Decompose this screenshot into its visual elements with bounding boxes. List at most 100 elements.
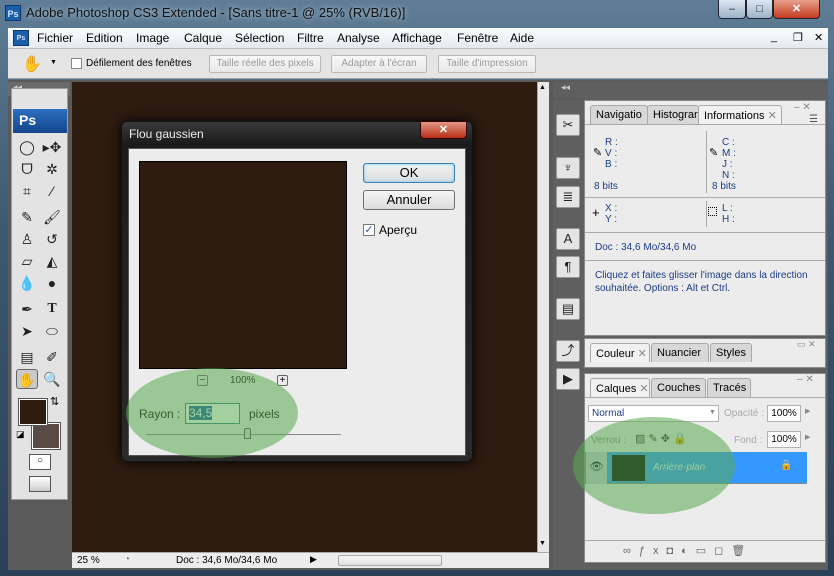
character-icon[interactable]: A — [556, 228, 580, 250]
menu-filtre[interactable]: Filtre — [297, 31, 324, 45]
actual-pixels-button[interactable]: Taille réelle des pixels — [209, 55, 321, 73]
horizontal-scrollbar[interactable] — [324, 554, 537, 567]
layer-visibility-eye-icon[interactable]: 👁 — [586, 452, 608, 484]
dodge-tool-icon[interactable]: ● — [41, 273, 63, 293]
cancel-button[interactable]: Annuler — [363, 190, 455, 210]
menu-fenetre[interactable]: Fenêtre — [457, 31, 498, 45]
fill-slider-arrow[interactable]: ▶ — [805, 433, 810, 441]
path-selection-tool-icon[interactable]: ➤ — [16, 321, 38, 341]
blend-mode-select[interactable]: Normal — [588, 405, 719, 422]
dock-collapse-icon[interactable]: ◂◂ — [553, 82, 582, 98]
doc-close-button[interactable]: ✕ — [814, 31, 823, 44]
tab-navigator[interactable]: Navigatio — [590, 105, 648, 124]
layer-actions-icons[interactable]: ∞ƒx◘◐▭◻🗑 — [623, 544, 753, 557]
close-tab-icon[interactable]: ✕ — [639, 383, 648, 395]
brush-tool-icon[interactable]: 🖌 — [41, 207, 63, 227]
layer-comps-icon[interactable]: ▤ — [556, 298, 580, 320]
ps-menu-icon[interactable]: Ps — [13, 30, 29, 46]
foreground-color-swatch[interactable] — [18, 398, 48, 426]
menu-analyse[interactable]: Analyse — [337, 31, 380, 45]
status-info-icon[interactable]: ◔ — [124, 554, 130, 565]
background-color-swatch[interactable] — [31, 422, 61, 450]
panel-controls-icon[interactable]: ▭ ✕ — [797, 339, 816, 350]
scroll-all-windows-checkbox[interactable] — [71, 58, 82, 69]
crop-tool-icon[interactable]: ⌗ — [16, 181, 38, 201]
tab-nuancier[interactable]: Nuancier — [651, 343, 709, 362]
paragraph-icon[interactable]: ¶ — [556, 256, 580, 278]
doc-minimize-button[interactable]: _ — [771, 31, 777, 43]
history-brush-tool-icon[interactable]: ↺ — [41, 229, 63, 249]
tool-presets-icon[interactable]: ✂ — [556, 114, 580, 136]
tool-preset-dropdown-icon[interactable]: ▼ — [50, 59, 57, 66]
fit-screen-button[interactable]: Adapter à l'écran — [331, 55, 427, 73]
menu-selection[interactable]: Sélection — [235, 31, 284, 45]
tab-histogram[interactable]: Histogran — [647, 105, 699, 124]
horizontal-scroll-thumb[interactable] — [338, 555, 442, 566]
swap-colors-icon[interactable]: ⇅ — [50, 395, 59, 408]
brushes-icon[interactable]: ♆ — [556, 157, 580, 179]
radius-slider-thumb[interactable] — [244, 428, 252, 439]
layer-row[interactable]: 👁 Arrière-plan 🔒 — [585, 452, 807, 484]
menu-affichage[interactable]: Affichage — [392, 31, 442, 45]
lasso-tool-icon[interactable]: ᗜ — [16, 159, 38, 179]
paint-bucket-tool-icon[interactable]: ◭ — [41, 251, 63, 271]
status-menu-arrow-icon[interactable]: ▶ — [310, 554, 317, 565]
actions-icon[interactable]: ▶ — [556, 368, 580, 390]
zoom-level[interactable]: 25 % — [77, 555, 100, 566]
quick-mask-icon[interactable]: ○ — [29, 454, 51, 470]
screen-mode-icon[interactable] — [29, 476, 51, 492]
menu-fichier[interactable]: Fichier — [37, 31, 73, 45]
history-icon[interactable]: ⤴ — [556, 340, 580, 362]
scroll-up-icon[interactable]: ▲ — [539, 84, 546, 91]
doc-restore-button[interactable]: ❐ — [793, 31, 803, 44]
type-tool-icon[interactable]: T — [41, 299, 63, 319]
tab-couleur[interactable]: Couleur ✕ — [590, 343, 650, 362]
fill-input[interactable]: 100% — [767, 431, 801, 448]
opacity-slider-arrow[interactable]: ▶ — [805, 407, 810, 415]
tab-calques[interactable]: Calques ✕ — [590, 378, 650, 397]
move-tool-icon[interactable]: ▸✥ — [41, 137, 63, 157]
layers-scrollbar[interactable] — [809, 452, 824, 547]
panel-minimize-icon[interactable]: – ✕ — [797, 374, 814, 385]
magic-wand-tool-icon[interactable]: ✲ — [41, 159, 63, 179]
default-colors-icon[interactable]: ◪ — [16, 429, 25, 440]
zoom-tool-icon[interactable]: 🔍 — [41, 369, 63, 389]
clone-source-icon[interactable]: ≣ — [556, 186, 580, 208]
panel-minimize-icon[interactable]: – ✕ — [794, 102, 811, 113]
close-window-button[interactable]: ✕ — [773, 0, 820, 19]
pen-tool-icon[interactable]: ✒ — [16, 299, 38, 319]
menu-edition[interactable]: Edition — [86, 31, 123, 45]
blur-tool-icon[interactable]: 💧 — [16, 273, 38, 293]
tab-informations[interactable]: Informations ✕ — [698, 105, 782, 124]
dialog-close-button[interactable]: ✕ — [420, 121, 467, 139]
radius-input[interactable]: 34,5 — [185, 403, 240, 424]
close-tab-icon[interactable]: ✕ — [768, 110, 777, 122]
vertical-scrollbar[interactable]: ▲ ▼ — [537, 82, 549, 552]
notes-tool-icon[interactable]: ▤ — [16, 347, 38, 367]
close-tab-icon[interactable]: ✕ — [638, 348, 647, 360]
zoom-in-button[interactable]: + — [277, 375, 288, 386]
eyedropper-tool-icon[interactable]: ✐ — [41, 347, 63, 367]
menu-aide[interactable]: Aide — [510, 31, 534, 45]
minimize-window-button[interactable]: – — [718, 0, 746, 19]
hand-tool-icon[interactable]: ✋ — [22, 54, 42, 74]
tab-couches[interactable]: Couches — [651, 378, 706, 397]
layer-name[interactable]: Arrière-plan — [653, 462, 705, 473]
tab-styles[interactable]: Styles — [710, 343, 752, 362]
preview-checkbox[interactable]: ✓ — [363, 224, 375, 236]
scroll-down-icon[interactable]: ▼ — [539, 540, 546, 547]
menu-image[interactable]: Image — [136, 31, 169, 45]
healing-brush-tool-icon[interactable]: ✎ — [16, 207, 38, 227]
maximize-window-button[interactable]: □ — [746, 0, 773, 19]
ok-button[interactable]: OK — [363, 163, 455, 183]
opacity-input[interactable]: 100% — [767, 405, 801, 422]
eraser-tool-icon[interactable]: ▱ — [16, 251, 38, 271]
clone-stamp-tool-icon[interactable]: ♙ — [16, 229, 38, 249]
marquee-tool-icon[interactable]: ◯ — [16, 137, 38, 157]
blur-preview[interactable] — [139, 161, 347, 369]
tab-traces[interactable]: Tracés — [707, 378, 751, 397]
zoom-out-button[interactable]: − — [197, 375, 208, 386]
hand-tool-selected-icon[interactable]: ✋ — [16, 369, 38, 389]
lock-icons[interactable]: ▨ ✎ ✥ 🔒 — [635, 432, 687, 445]
slice-tool-icon[interactable]: ⁄ — [41, 181, 63, 201]
